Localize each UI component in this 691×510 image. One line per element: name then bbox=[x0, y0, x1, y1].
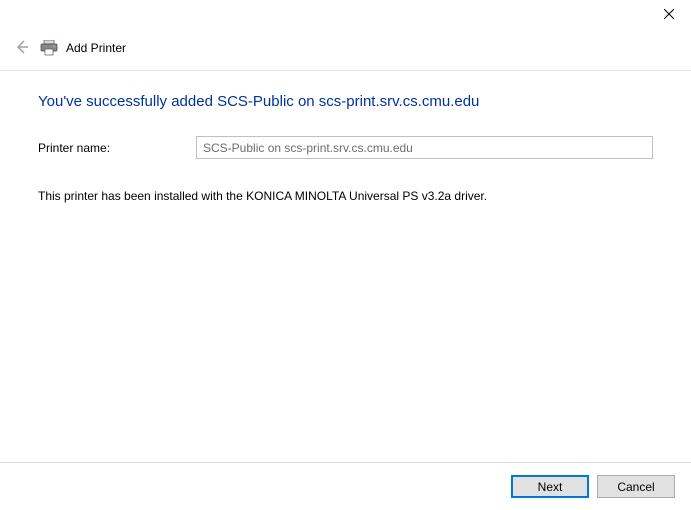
install-status-text: This printer has been installed with the… bbox=[38, 189, 653, 203]
content-area: You've successfully added SCS-Public on … bbox=[0, 71, 691, 203]
wizard-header: Add Printer bbox=[0, 32, 691, 71]
printer-name-row: Printer name: bbox=[38, 136, 653, 159]
close-icon bbox=[664, 8, 674, 22]
cancel-button[interactable]: Cancel bbox=[597, 475, 675, 498]
wizard-footer: Next Cancel bbox=[0, 462, 691, 510]
printer-name-label: Printer name: bbox=[38, 141, 196, 155]
back-button[interactable] bbox=[12, 38, 32, 58]
header-title: Add Printer bbox=[66, 41, 126, 55]
page-heading: You've successfully added SCS-Public on … bbox=[38, 93, 653, 110]
titlebar bbox=[0, 0, 691, 32]
printer-name-input[interactable] bbox=[196, 136, 653, 159]
close-button[interactable] bbox=[646, 0, 691, 30]
next-button[interactable]: Next bbox=[511, 475, 589, 498]
printer-icon bbox=[40, 40, 58, 56]
arrow-left-icon bbox=[14, 39, 30, 58]
